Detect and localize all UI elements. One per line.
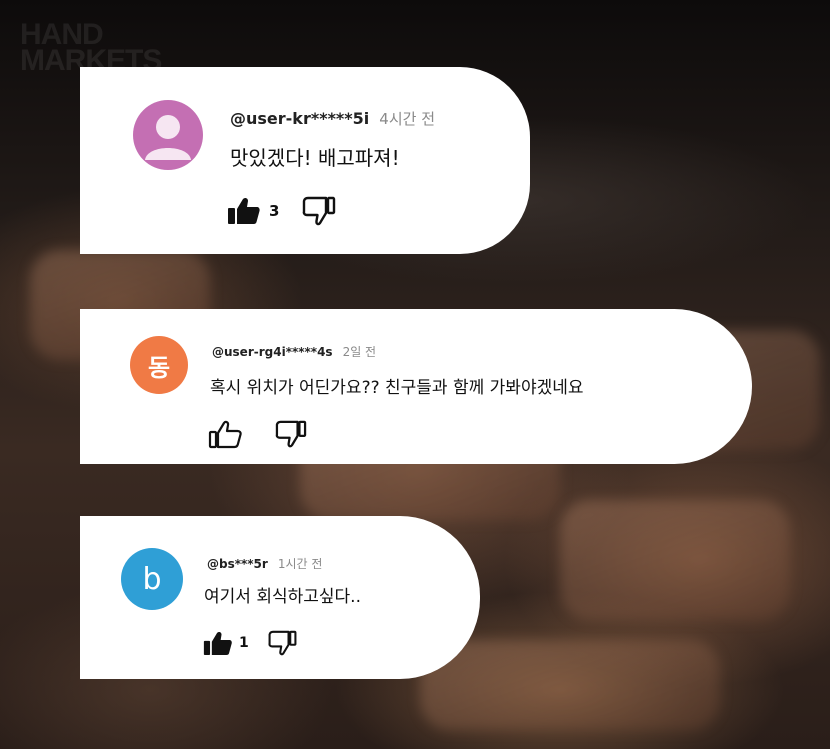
comment-meta: @bs***5r 1시간 전	[207, 555, 322, 572]
thumbs-down-icon[interactable]	[301, 195, 337, 227]
comment-text: 맛있겠다! 배고파져!	[230, 146, 400, 170]
comment-author[interactable]: @bs***5r	[207, 557, 268, 571]
person-icon	[145, 115, 191, 160]
comment-author[interactable]: @user-rg4i*****4s	[212, 345, 333, 359]
comment-time[interactable]: 1시간 전	[278, 555, 323, 572]
avatar-letter[interactable]: b	[121, 548, 183, 610]
avatar-letter-text: 동	[147, 353, 171, 382]
avatar-default-person-icon[interactable]	[133, 100, 203, 170]
comment-actions: 3	[227, 195, 337, 227]
comment-author[interactable]: @user-kr*****5i	[230, 109, 369, 128]
like-count: 3	[269, 202, 280, 220]
comment-text: 혹시 위치가 어딘가요?? 친구들과 함께 가봐야겠네요	[210, 378, 584, 398]
comment-time[interactable]: 2일 전	[343, 343, 377, 360]
comment-time[interactable]: 4시간 전	[379, 108, 435, 129]
comment-meta: @user-rg4i*****4s 2일 전	[212, 343, 376, 360]
thumbs-up-filled-icon[interactable]	[203, 630, 233, 657]
avatar-letter[interactable]: 동	[130, 336, 188, 394]
thumbs-down-icon[interactable]	[267, 629, 298, 657]
comment-card: @user-kr*****5i 4시간 전 맛있겠다! 배고파져! 3	[80, 67, 530, 254]
comment-text: 여기서 회식하고싶다..	[204, 587, 361, 607]
thumbs-up-icon[interactable]	[208, 419, 242, 449]
avatar-letter-text: b	[142, 561, 162, 597]
like-count: 1	[239, 635, 249, 651]
comment-actions: 1	[203, 629, 298, 657]
comment-card: 동 @user-rg4i*****4s 2일 전 혹시 위치가 어딘가요?? 친…	[80, 309, 752, 464]
comment-actions	[208, 419, 308, 449]
thumbs-up-filled-icon[interactable]	[227, 196, 261, 226]
comment-meta: @user-kr*****5i 4시간 전	[230, 108, 435, 129]
comment-card: b @bs***5r 1시간 전 여기서 회식하고싶다.. 1	[80, 516, 480, 679]
thumbs-down-icon[interactable]	[274, 419, 308, 449]
